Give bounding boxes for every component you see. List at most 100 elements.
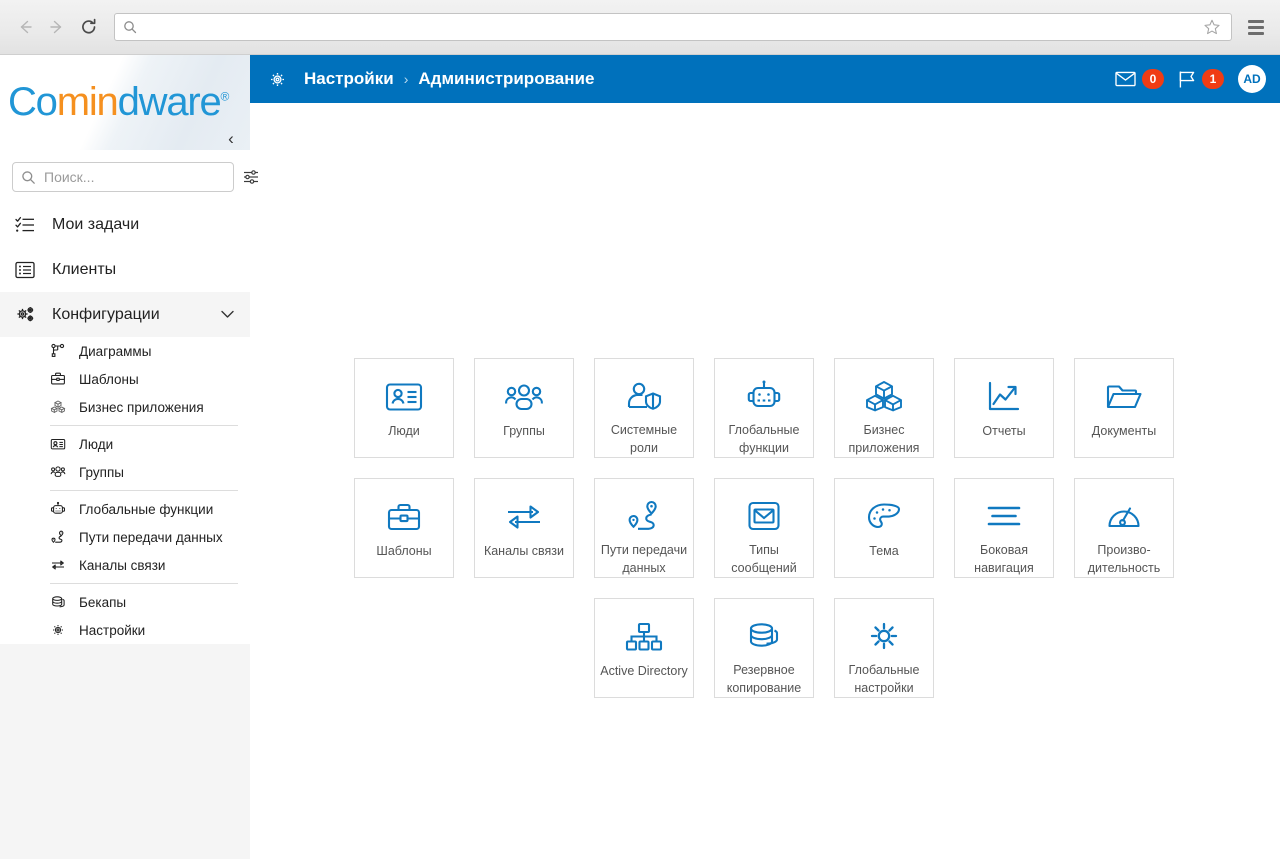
sidebar-item-configurations[interactable]: Конфигурации	[0, 292, 250, 337]
tile-backup[interactable]: Резервное копирование	[714, 598, 814, 698]
gear-icon[interactable]	[262, 64, 292, 94]
sidebar-item-label: Мои задачи	[52, 216, 139, 234]
tile-global-functions[interactable]: Глобальные функции	[714, 358, 814, 458]
sidebar-subitem-channels[interactable]: Каналы связи	[50, 551, 238, 579]
content-area: Люди Группы	[250, 103, 1280, 859]
logo-trademark: ®	[221, 90, 229, 104]
tile-documents[interactable]: Документы	[1074, 358, 1174, 458]
gears-icon	[14, 303, 42, 327]
tile-global-settings[interactable]: Глобальные настройки	[834, 598, 934, 698]
tile-label: Каналы связи	[476, 542, 572, 560]
tile-label: Типы сообщений	[716, 541, 812, 577]
gauge-icon	[1107, 497, 1141, 536]
header-actions: 0 1 AD	[1115, 65, 1266, 93]
tile-data-routes[interactable]: Пути передачи данных	[594, 478, 694, 578]
tile-active-directory[interactable]: Active Directory	[594, 598, 694, 698]
back-button[interactable]	[10, 12, 40, 42]
tile-label: Active Directory	[596, 662, 692, 680]
sidebar-subitem-groups[interactable]: Группы	[50, 458, 238, 486]
route-pin-icon	[50, 529, 72, 545]
robot-icon	[50, 501, 72, 517]
star-icon[interactable]	[1201, 16, 1223, 38]
envelope-icon	[1115, 71, 1136, 87]
tile-people[interactable]: Люди	[354, 358, 454, 458]
sidebar-subitem-settings[interactable]: Настройки	[50, 616, 238, 644]
tile-templates[interactable]: Шаблоны	[354, 478, 454, 578]
tile-system-roles[interactable]: Системные роли	[594, 358, 694, 458]
breadcrumb: Настройки › Администрирование	[304, 69, 594, 89]
breadcrumb-item-administration[interactable]: Администрирование	[418, 69, 594, 89]
tile-label: Системные роли	[596, 421, 692, 457]
tile-performance[interactable]: Произво-дительность	[1074, 478, 1174, 578]
chart-growth-icon	[987, 377, 1021, 417]
sidebar-collapse-icon[interactable]: ‹	[222, 130, 240, 148]
logo-part-1: Co	[8, 80, 57, 124]
briefcase-icon	[50, 371, 72, 387]
tile-groups[interactable]: Группы	[474, 358, 574, 458]
filter-sliders-icon[interactable]	[242, 167, 260, 187]
sidebar-item-my-tasks[interactable]: Мои задачи	[0, 202, 250, 247]
flag-badge-count: 1	[1202, 69, 1224, 89]
sidebar-subitem-people[interactable]: Люди	[50, 430, 238, 458]
tile-label: Отчеты	[956, 422, 1052, 440]
tile-side-navigation[interactable]: Боковая навигация	[954, 478, 1054, 578]
chevron-down-icon[interactable]	[221, 310, 234, 319]
url-bar[interactable]	[114, 13, 1232, 41]
tile-label: Тема	[836, 542, 932, 560]
mail-badge-count: 0	[1142, 69, 1164, 89]
sidebar-item-clients[interactable]: Клиенты	[0, 247, 250, 292]
tile-label: Группы	[476, 422, 572, 440]
search-icon	[21, 170, 36, 185]
tile-label: Шаблоны	[356, 542, 452, 560]
flag-notifications[interactable]: 1	[1178, 69, 1224, 89]
tile-label: Люди	[356, 422, 452, 440]
database-stack-icon	[50, 594, 72, 610]
person-shield-icon	[625, 377, 663, 416]
sidebar-subitem-global-functions[interactable]: Глобальные функции	[50, 495, 238, 523]
divider	[50, 490, 238, 491]
sidebar-subitem-label: Люди	[79, 437, 113, 452]
tile-label: Глобальные настройки	[836, 661, 932, 697]
tile-label: Резервное копирование	[716, 661, 812, 697]
people-group-icon	[50, 464, 72, 480]
hamburger-menu-icon[interactable]	[1242, 13, 1270, 41]
sidebar: Comindware® ‹	[0, 55, 250, 859]
top-header-bar: Настройки › Администрирование 0	[250, 55, 1280, 103]
comindware-logo[interactable]: Comindware®	[8, 80, 228, 125]
exchange-arrows-icon	[505, 497, 543, 537]
sidebar-item-label: Конфигурации	[52, 306, 160, 324]
search-icon	[123, 20, 137, 34]
folder-icon	[1105, 377, 1143, 417]
cubes-icon	[50, 399, 72, 415]
search-box[interactable]	[12, 162, 234, 192]
mail-notifications[interactable]: 0	[1115, 69, 1164, 89]
tile-message-types[interactable]: Типы сообщений	[714, 478, 814, 578]
breadcrumb-item-settings[interactable]: Настройки	[304, 69, 394, 89]
sidebar-subitem-data-routes[interactable]: Пути передачи данных	[50, 523, 238, 551]
cubes-icon	[865, 377, 903, 416]
id-card-icon	[50, 436, 72, 452]
tile-label: Пути передачи данных	[596, 541, 692, 577]
tile-channels[interactable]: Каналы связи	[474, 478, 574, 578]
forward-button[interactable]	[42, 12, 72, 42]
app-shell: Comindware® ‹	[0, 55, 1280, 859]
sidebar-subitem-backups[interactable]: Бекапы	[50, 588, 238, 616]
list-card-icon	[14, 259, 42, 281]
diagram-node-icon	[50, 343, 72, 359]
sidebar-subitem-diagrams[interactable]: Диаграммы	[50, 337, 238, 365]
tile-label: Документы	[1076, 422, 1172, 440]
search-input[interactable]	[44, 169, 225, 185]
gear-icon	[50, 622, 72, 638]
reload-button[interactable]	[74, 12, 104, 42]
database-stack-icon	[746, 617, 782, 656]
avatar[interactable]: AD	[1238, 65, 1266, 93]
tile-reports[interactable]: Отчеты	[954, 358, 1054, 458]
sidebar-subitem-label: Бекапы	[79, 595, 126, 610]
url-input[interactable]	[143, 20, 1201, 35]
tile-business-apps[interactable]: Бизнес приложения	[834, 358, 934, 458]
tile-theme[interactable]: Тема	[834, 478, 934, 578]
sidebar-subitem-business-apps[interactable]: Бизнес приложения	[50, 393, 238, 421]
briefcase-icon	[386, 497, 422, 537]
sidebar-subitem-templates[interactable]: Шаблоны	[50, 365, 238, 393]
sidebar-subitem-label: Бизнес приложения	[79, 400, 204, 415]
